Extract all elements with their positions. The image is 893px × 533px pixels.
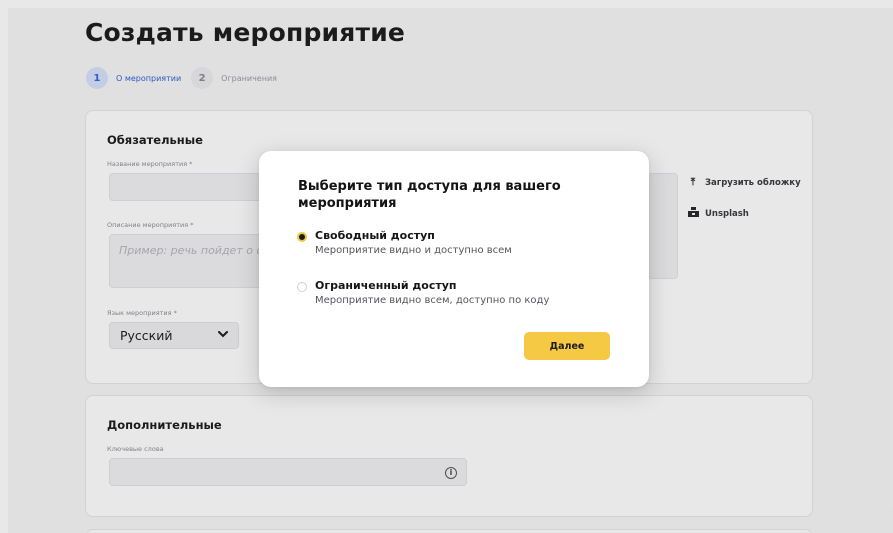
radio-restricted-access[interactable] — [297, 282, 307, 292]
next-button[interactable]: Далее — [524, 332, 610, 360]
option-description: Мероприятие видно всем, доступно по коду — [315, 295, 550, 306]
option-title: Свободный доступ — [315, 229, 435, 242]
option-description: Мероприятие видно и доступно всем — [315, 245, 512, 256]
option-free-access[interactable]: Свободный доступ Мероприятие видно и дос… — [297, 229, 512, 258]
access-type-modal: Выберите тип доступа для вашего мероприя… — [259, 151, 649, 387]
option-restricted-access[interactable]: Ограниченный доступ Мероприятие видно вс… — [297, 279, 549, 308]
option-title: Ограниченный доступ — [315, 279, 457, 292]
modal-title: Выберите тип доступа для вашего мероприя… — [298, 179, 561, 211]
radio-free-access[interactable] — [297, 232, 307, 242]
